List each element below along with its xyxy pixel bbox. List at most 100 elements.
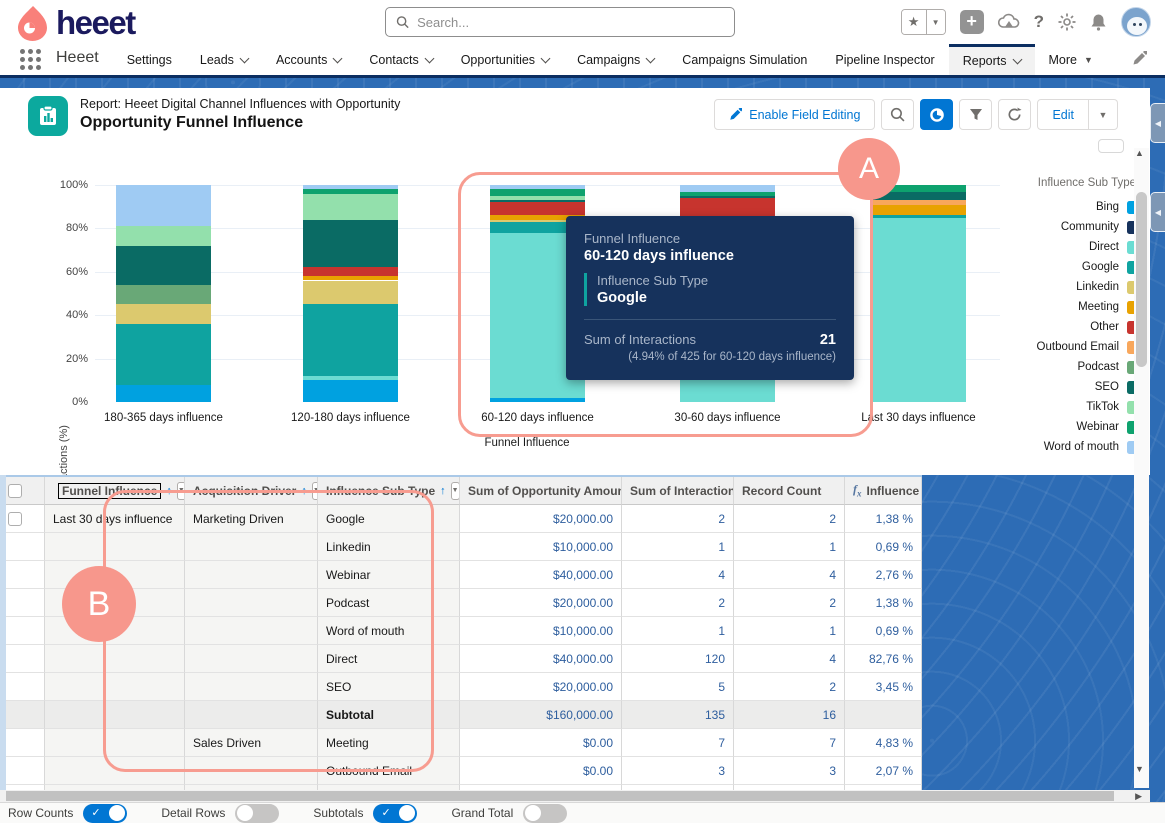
bar-segment-other[interactable]: [490, 202, 585, 216]
user-avatar[interactable]: [1121, 7, 1151, 37]
column-sum-interactions[interactable]: Sum of Interactions: [622, 477, 734, 505]
legend-item-bing[interactable]: Bing: [985, 197, 1140, 217]
bar-segment-word-of-mouth[interactable]: [116, 185, 211, 227]
bar-segment-webinar[interactable]: [680, 191, 775, 196]
hscroll-thumb[interactable]: [6, 791, 1114, 801]
vscroll-thumb[interactable]: [1136, 192, 1147, 367]
nav-tab-campaigns-simulation[interactable]: Campaigns Simulation: [668, 44, 821, 75]
toggle-grand-total[interactable]: [523, 803, 568, 823]
bar-segment-word-of-mouth[interactable]: [303, 185, 398, 190]
bar-segment-seo[interactable]: [490, 200, 585, 203]
sort-asc-icon[interactable]: ↑: [166, 485, 172, 497]
legend-item-linkedin[interactable]: Linkedin: [985, 277, 1140, 297]
trailhead-icon[interactable]: [997, 13, 1020, 31]
column-label[interactable]: Influence Sub Type: [326, 484, 435, 498]
bar-segment-direct[interactable]: [871, 217, 966, 402]
legend-item-word-of-mouth[interactable]: Word of mouth: [985, 437, 1140, 457]
sort-asc-icon[interactable]: ↑: [440, 485, 446, 497]
bar-segment-seo[interactable]: [303, 219, 398, 268]
bar-segment-word-of-mouth[interactable]: [490, 185, 585, 190]
legend-item-webinar[interactable]: Webinar: [985, 417, 1140, 437]
nav-tab-more[interactable]: More ▼: [1035, 44, 1107, 75]
bar-segment-direct[interactable]: [303, 375, 398, 381]
bar-segment-tiktok[interactable]: [490, 195, 585, 201]
bar-segment-meeting[interactable]: [871, 204, 966, 216]
bar-segment-tiktok[interactable]: [303, 193, 398, 220]
legend-item-podcast[interactable]: Podcast: [985, 357, 1140, 377]
nav-tab-reports[interactable]: Reports: [948, 44, 1035, 75]
bar-segment-google[interactable]: [116, 323, 211, 385]
stacked-bar-120-180-days-influence[interactable]: [303, 185, 398, 402]
bar-segment-meeting[interactable]: [303, 276, 398, 281]
column-influence-percent[interactable]: fx Influence % ▼: [845, 477, 922, 505]
horizontal-scrollbar[interactable]: ▶: [0, 790, 1150, 802]
star-icon[interactable]: ★: [901, 10, 926, 34]
bar-segment-google[interactable]: [871, 215, 966, 218]
global-search[interactable]: [385, 7, 735, 37]
legend-item-tiktok[interactable]: TikTok: [985, 397, 1140, 417]
bar-segment-podcast[interactable]: [116, 284, 211, 305]
bar-segment-seo[interactable]: [680, 195, 775, 199]
legend-item-seo[interactable]: SEO: [985, 377, 1140, 397]
enable-field-editing-button[interactable]: Enable Field Editing: [714, 99, 876, 130]
bar-segment-other[interactable]: [303, 267, 398, 277]
sort-asc-icon[interactable]: ↑: [301, 485, 307, 497]
nav-tab-campaigns[interactable]: Campaigns: [563, 44, 668, 75]
hscroll-right-arrow-icon[interactable]: ▶: [1135, 790, 1142, 802]
find-in-report-button[interactable]: [881, 99, 915, 130]
vscroll-down-arrow-icon[interactable]: ▼: [1135, 764, 1144, 774]
column-influence-sub-type[interactable]: Influence Sub Type ↑ ▼: [318, 477, 460, 505]
nav-tab-contacts[interactable]: Contacts: [355, 44, 446, 75]
refresh-button[interactable]: [998, 99, 1032, 130]
column-label[interactable]: Acquisition Driver: [193, 484, 296, 498]
column-record-count[interactable]: Record Count: [734, 477, 845, 505]
nav-tab-opportunities[interactable]: Opportunities: [447, 44, 563, 75]
column-label[interactable]: Sum of Interactions: [630, 484, 733, 498]
bar-segment-bing[interactable]: [490, 397, 585, 402]
column-menu-button[interactable]: ▼: [450, 481, 459, 500]
bar-segment-google[interactable]: [303, 304, 398, 376]
notifications-bell-icon[interactable]: [1090, 13, 1107, 31]
bar-segment-webinar[interactable]: [490, 189, 585, 196]
bar-segment-tiktok[interactable]: [116, 226, 211, 246]
nav-tab-leads[interactable]: Leads: [186, 44, 262, 75]
toggle-detail-rows[interactable]: [235, 803, 280, 823]
filter-button[interactable]: [959, 99, 993, 130]
toggle-chart-button[interactable]: [920, 99, 954, 130]
legend-item-meeting[interactable]: Meeting: [985, 297, 1140, 317]
bar-segment-outbound-email[interactable]: [871, 200, 966, 205]
toggle-row-counts[interactable]: ✓: [83, 803, 128, 823]
edit-nav-pencil-icon[interactable]: [1132, 51, 1147, 66]
expand-panel-left-arrow-icon[interactable]: ◀: [1150, 192, 1165, 232]
select-all-checkbox[interactable]: [8, 483, 22, 498]
app-name[interactable]: Heeet: [52, 44, 113, 75]
column-label[interactable]: Funnel Influence: [58, 482, 162, 499]
bar-segment-bing[interactable]: [303, 380, 398, 402]
legend-item-google[interactable]: Google: [985, 257, 1140, 277]
setup-gear-icon[interactable]: [1058, 13, 1076, 31]
column-funnel-influence[interactable]: Funnel Influence ↑ ▼: [45, 477, 185, 505]
column-label[interactable]: Influence %: [867, 484, 922, 498]
legend-item-outbound-email[interactable]: Outbound Email: [985, 337, 1140, 357]
help-icon[interactable]: ?: [1034, 12, 1044, 32]
favorites-caret-icon[interactable]: ▼: [925, 10, 945, 34]
stacked-bar-last-30-days-influence[interactable]: [871, 185, 966, 402]
expand-panel-left-arrow-icon[interactable]: ◀: [1150, 103, 1165, 143]
chart-scroll-handle[interactable]: [1098, 139, 1124, 153]
app-launcher-icon[interactable]: [20, 49, 42, 71]
edit-button[interactable]: Edit: [1037, 99, 1089, 130]
column-menu-button[interactable]: ▼: [176, 481, 184, 500]
column-acquisition-driver[interactable]: Acquisition Driver ↑ ▼: [185, 477, 318, 505]
bar-segment-word-of-mouth[interactable]: [680, 185, 775, 192]
bar-segment-bing[interactable]: [116, 384, 211, 402]
vertical-scrollbar[interactable]: ▲ ▼: [1134, 148, 1149, 788]
column-sum-opportunity-amount[interactable]: Sum of Opportunity Amount: [460, 477, 622, 505]
nav-tab-pipeline-inspector[interactable]: Pipeline Inspector: [821, 44, 948, 75]
bar-segment-linkedin[interactable]: [303, 280, 398, 305]
vscroll-up-arrow-icon[interactable]: ▲: [1135, 148, 1144, 158]
legend-item-other[interactable]: Other: [985, 317, 1140, 337]
bar-segment-seo[interactable]: [116, 245, 211, 285]
row-checkbox[interactable]: [8, 511, 22, 526]
legend-item-direct[interactable]: Direct: [985, 237, 1140, 257]
edit-dropdown-button[interactable]: ▼: [1089, 99, 1118, 130]
